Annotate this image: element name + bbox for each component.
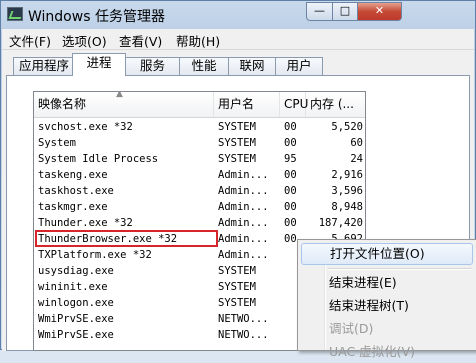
task-manager-icon (7, 7, 23, 21)
column-image-name-label: 映像名称 (38, 97, 87, 111)
process-name-cell: taskeng.exe (38, 169, 108, 181)
tab-services[interactable]: 服务 (125, 57, 180, 75)
list-header: ▲ 映像名称 用户名 CPU 内存 (... (34, 92, 365, 118)
sort-ascending-icon: ▲ (116, 91, 123, 99)
cpu-cell: 00 (284, 121, 297, 133)
process-name-cell: WmiPrvSE.exe (38, 329, 114, 341)
user-name-cell: Admin... (218, 217, 269, 229)
memory-cell: 8,948 (331, 201, 363, 213)
menu-separator (328, 268, 472, 270)
tab-applications[interactable]: 应用程序 (13, 57, 75, 75)
minimize-button[interactable]: — (306, 2, 333, 21)
process-name-cell: System (38, 137, 76, 149)
menu-item-end-process-tree[interactable]: 结束进程树(T) (301, 295, 473, 317)
user-name-cell: Admin... (218, 185, 269, 197)
user-name-cell: Admin... (218, 169, 269, 181)
menu-item-open-file-location[interactable]: 打开文件位置(O) (301, 243, 473, 265)
cpu-cell: 00 (284, 201, 297, 213)
process-name-cell: svchost.exe *32 (38, 121, 133, 133)
maximize-button[interactable]: □ (332, 2, 358, 21)
window-title: Windows 任务管理器 (28, 9, 165, 25)
table-row[interactable]: svchost.exe *32 SYSTEM 00 5,520 (34, 119, 365, 135)
memory-cell: 24 (350, 153, 363, 165)
user-name-cell: SYSTEM (218, 265, 256, 277)
table-row[interactable]: System Idle Process SYSTEM 95 24 (34, 151, 365, 167)
process-name-cell: winlogon.exe (38, 297, 114, 309)
cpu-cell: 95 (284, 153, 297, 165)
menu-help[interactable]: 帮助(H) (176, 31, 220, 50)
menu-file[interactable]: 文件(F) (9, 31, 51, 50)
column-user-name[interactable]: 用户名 (214, 92, 280, 117)
memory-cell: 5,520 (331, 121, 363, 133)
process-name-cell: taskhost.exe (38, 185, 114, 197)
cpu-cell: 00 (284, 169, 297, 181)
menu-item-end-process[interactable]: 结束进程(E) (301, 272, 473, 294)
memory-cell: 60 (350, 137, 363, 149)
context-menu: 打开文件位置(O) 结束进程(E) 结束进程树(T) 调试(D) UAC 虚拟化… (297, 239, 476, 359)
table-row[interactable]: taskhost.exe Admin... 00 3,596 (34, 183, 365, 199)
process-name-cell: Thunder.exe *32 (38, 217, 133, 229)
table-row[interactable]: System SYSTEM 00 60 (34, 135, 365, 151)
close-button[interactable]: ✕ (357, 2, 402, 21)
process-name-cell: ThunderBrowser.exe *32 (38, 233, 178, 245)
process-name-cell: wininit.exe (38, 281, 108, 293)
menu-item-debug: 调试(D) (329, 321, 374, 336)
user-name-cell: Admin... (218, 233, 269, 245)
user-name-cell: SYSTEM (218, 121, 256, 133)
cpu-cell: 00 (284, 217, 297, 229)
column-cpu-label: CPU (284, 97, 309, 111)
user-name-cell: SYSTEM (218, 153, 256, 165)
user-name-cell: NETWO... (218, 329, 269, 341)
task-manager-window: Windows 任务管理器 — □ ✕ 文件(F) 选项(O) 查看(V) 帮助… (0, 0, 476, 359)
user-name-cell: Admin... (218, 249, 269, 261)
memory-cell: 187,420 (318, 217, 363, 229)
column-cpu[interactable]: CPU (280, 92, 309, 117)
table-row[interactable]: Thunder.exe *32 Admin... 00 187,420 (34, 215, 365, 231)
tab-networking[interactable]: 联网 (228, 57, 276, 75)
user-name-cell: SYSTEM (218, 297, 256, 309)
column-user-name-label: 用户名 (218, 97, 255, 111)
tab-processes[interactable]: 进程 (72, 53, 126, 76)
user-name-cell: SYSTEM (218, 137, 256, 149)
process-name-cell: TXPlatform.exe *32 (38, 249, 152, 261)
cpu-cell: 00 (284, 137, 297, 149)
column-memory[interactable]: 内存 (... (306, 92, 365, 117)
menu-options[interactable]: 选项(O) (62, 31, 107, 50)
user-name-cell: SYSTEM (218, 281, 256, 293)
menu-item-uac-virtualization: UAC 虚拟化(V) (329, 344, 415, 359)
user-name-cell: NETWO... (218, 313, 269, 325)
cpu-cell: 00 (284, 185, 297, 197)
tab-performance[interactable]: 性能 (179, 57, 229, 75)
memory-cell: 3,596 (331, 185, 363, 197)
menu-view[interactable]: 查看(V) (119, 31, 162, 50)
process-name-cell: System Idle Process (38, 153, 159, 165)
title-bar[interactable]: Windows 任务管理器 — □ ✕ (1, 1, 475, 29)
table-row[interactable]: taskmgr.exe Admin... 00 8,948 (34, 199, 365, 215)
process-name-cell: taskmgr.exe (38, 201, 108, 213)
tab-users[interactable]: 用户 (275, 57, 323, 75)
menu-bar: 文件(F) 选项(O) 查看(V) 帮助(H) (2, 29, 474, 50)
column-memory-label: 内存 (... (310, 97, 354, 111)
column-image-name[interactable]: ▲ 映像名称 (34, 92, 214, 117)
user-name-cell: Admin... (218, 201, 269, 213)
process-name-cell: WmiPrvSE.exe (38, 313, 114, 325)
process-name-cell: usysdiag.exe (38, 265, 114, 277)
memory-cell: 2,916 (331, 169, 363, 181)
table-row[interactable]: taskeng.exe Admin... 00 2,916 (34, 167, 365, 183)
cpu-cell: 00 (284, 233, 297, 245)
